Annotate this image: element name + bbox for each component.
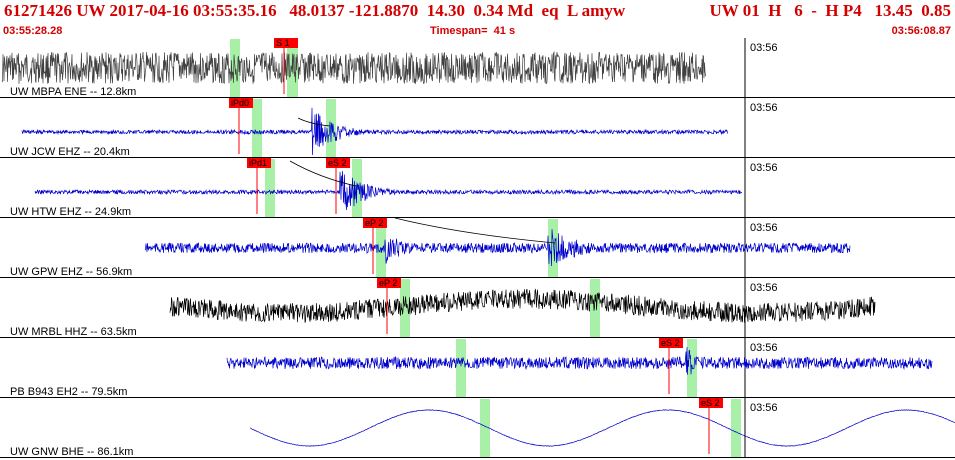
trace-panel[interactable]: iPd1 eS 2 UW HTW EHZ -- 24.9km 03:56 — [0, 158, 955, 218]
minute-tick-label: 03:56 — [750, 282, 778, 294]
travel-time-curve — [297, 117, 331, 127]
pick-summary: UW 01 H 6 - H P4 13.45 0.85 — [709, 1, 951, 20]
timespan-label: Timespan= 41 s — [430, 25, 516, 37]
pick-label: eS 2 — [701, 398, 720, 408]
station-label: UW MBPA ENE -- 12.8km — [10, 86, 136, 98]
station-label: UW MRBL HHZ -- 63.5km — [10, 326, 137, 338]
pick-label: iPd0 — [231, 98, 249, 108]
start-time: 03:55:28.28 — [3, 25, 63, 37]
station-label: PB B943 EH2 -- 79.5km — [10, 386, 127, 398]
trace-panel[interactable]: eP 2 UW GPW EHZ -- 56.9km 03:56 — [0, 218, 955, 278]
waveform-trace — [226, 347, 933, 375]
trace-panel[interactable]: S 1 UW MBPA ENE -- 12.8km 03:56 — [0, 38, 955, 98]
seismogram-panels[interactable]: S 1 UW MBPA ENE -- 12.8km 03:56 iPd0 UW JCW … — [0, 38, 955, 460]
pick-label: S 1 — [276, 38, 290, 48]
trace-panel[interactable]: eS 2 UW GNW BHE -- 86.1km 03:56 — [0, 398, 955, 458]
waveform-trace — [1, 51, 707, 85]
pick-window — [326, 99, 336, 157]
station-label: UW JCW EHZ -- 20.4km — [10, 146, 130, 158]
pick-label: eP 2 — [379, 278, 397, 288]
minute-tick-label: 03:56 — [750, 342, 778, 354]
minute-tick-label: 03:56 — [750, 102, 778, 114]
station-label: UW HTW EHZ -- 24.9km — [10, 206, 131, 218]
pick-label: iPd1 — [249, 158, 267, 168]
pick-label: eS 2 — [661, 338, 680, 348]
pick-window — [731, 399, 741, 457]
station-label: UW GPW EHZ -- 56.9km — [10, 266, 132, 278]
event-summary: 61271426 UW 2017-04-16 03:55:35.16 48.01… — [4, 1, 626, 20]
minute-tick-label: 03:56 — [750, 402, 778, 414]
waveform-trace — [34, 170, 742, 211]
pick-label: eS 2 — [328, 158, 347, 168]
station-label: UW GNW BHE -- 86.1km — [10, 446, 133, 458]
minute-tick-label: 03:56 — [750, 162, 778, 174]
pick-window — [590, 279, 600, 337]
minute-tick-label: 03:56 — [750, 42, 778, 54]
pick-label: eP 2 — [365, 218, 383, 228]
pick-window — [252, 99, 262, 157]
trace-panel[interactable]: iPd0 UW JCW EHZ -- 20.4km 03:56 — [0, 98, 955, 158]
trace-panel[interactable]: eS 2 PB B943 EH2 -- 79.5km 03:56 — [0, 338, 955, 398]
end-time: 03:56:08.87 — [891, 25, 951, 37]
pick-window — [456, 339, 466, 397]
waveform-trace — [249, 409, 955, 447]
trace-panel[interactable]: eP 2 UW MRBL HHZ -- 63.5km 03:56 — [0, 278, 955, 338]
pick-window — [687, 339, 697, 397]
event-header: 61271426 UW 2017-04-16 03:55:35.16 48.01… — [0, 0, 955, 38]
travel-time-curve — [394, 217, 556, 244]
waveform-trace — [169, 288, 876, 323]
waveform-trace — [144, 229, 851, 267]
minute-tick-label: 03:56 — [750, 222, 778, 234]
